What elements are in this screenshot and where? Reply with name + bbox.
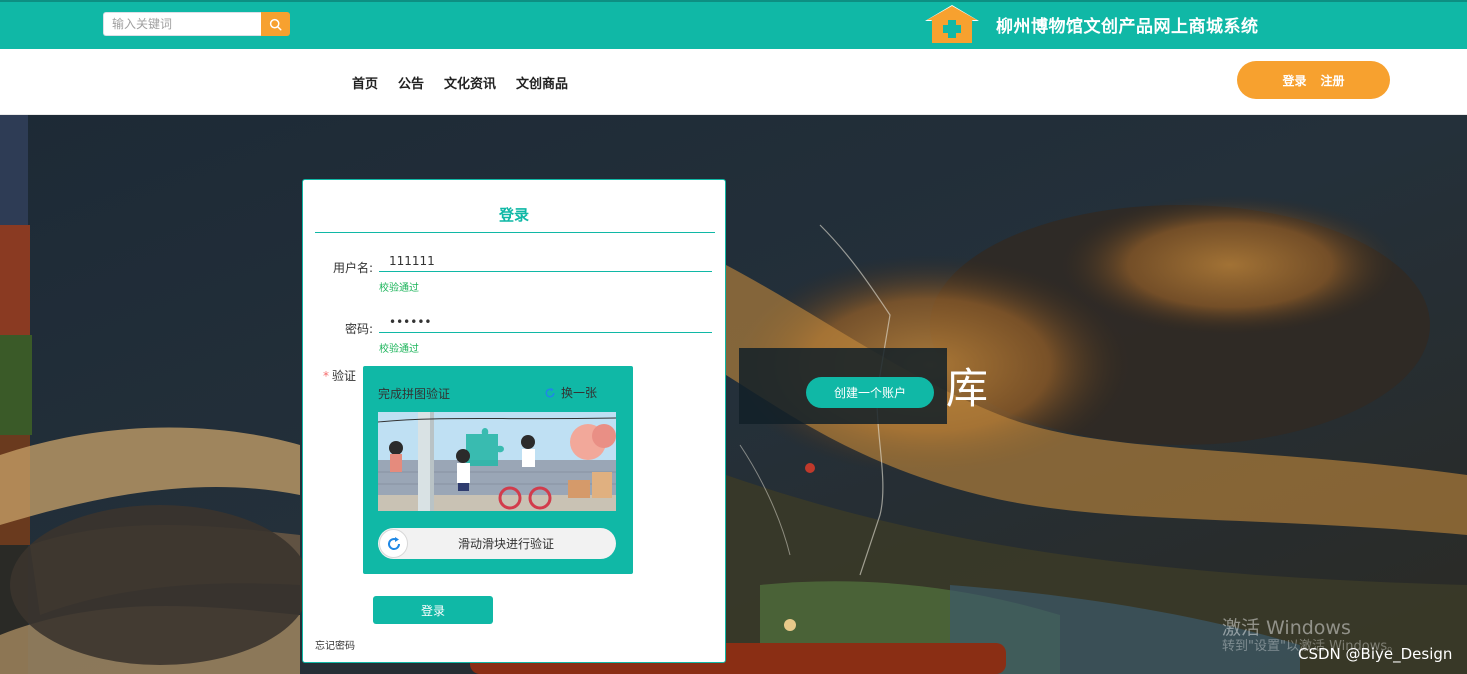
refresh-icon xyxy=(387,536,400,550)
csdn-credit: CSDN @Biye_Design xyxy=(1298,645,1453,663)
login-title: 登录 xyxy=(498,206,529,224)
nav-login-link[interactable]: 登录 xyxy=(1282,72,1306,89)
hero-background: 创建一个账户 库 激活 Windows 转到"设置"以激活 Windows。 C… xyxy=(0,115,1467,674)
auth-button: 登录 注册 xyxy=(1237,61,1390,99)
nav-register-link[interactable]: 注册 xyxy=(1321,72,1345,89)
puzzle-illustration xyxy=(378,412,616,511)
refresh-icon xyxy=(545,387,555,398)
nav-menu: 首页 公告 文化资讯 文创商品 xyxy=(352,73,568,92)
nav-item-culture-news[interactable]: 文化资讯 xyxy=(444,73,496,92)
captcha-puzzle-image xyxy=(378,412,616,511)
forgot-password-link[interactable]: 忘记密码 xyxy=(315,637,355,652)
create-account-button[interactable]: 创建一个账户 xyxy=(806,377,934,408)
search-icon xyxy=(269,18,282,31)
username-field[interactable] xyxy=(379,250,712,272)
brush-calligraphy: 库 xyxy=(946,364,989,413)
username-label: 用户名: xyxy=(332,261,373,275)
login-card: 登录 用户名: 校验通过 密码: 校验通过 *验证 完成拼图验证 换一张 xyxy=(302,179,726,663)
nav-bar: 首页 公告 文化资讯 文创商品 登录 注册 xyxy=(0,49,1467,115)
site-title: 柳州博物馆文创产品网上商城系统 xyxy=(996,17,1259,37)
captcha-panel: 完成拼图验证 换一张 滑动滑块进行验证 xyxy=(363,366,633,574)
captcha-title: 完成拼图验证 xyxy=(378,387,451,401)
search-box xyxy=(103,12,290,36)
nav-item-notice[interactable]: 公告 xyxy=(398,73,424,92)
title-divider xyxy=(315,232,715,233)
captcha-slider[interactable]: 滑动滑块进行验证 xyxy=(378,528,616,559)
login-submit-button[interactable]: 登录 xyxy=(373,596,493,624)
top-bar: 柳州博物馆文创产品网上商城系统 xyxy=(0,0,1467,49)
slider-hint: 滑动滑块进行验证 xyxy=(457,537,554,551)
verify-label: * 验证 xyxy=(323,369,357,383)
search-input[interactable] xyxy=(103,12,261,36)
create-account-panel: 创建一个账户 xyxy=(739,348,947,424)
captcha-refresh-label: 换一张 xyxy=(561,386,598,400)
password-valid-text: 校验通过 xyxy=(379,344,419,355)
username-valid-text: 校验通过 xyxy=(379,283,419,294)
password-label: 密码: xyxy=(344,322,373,336)
password-field[interactable] xyxy=(379,311,712,333)
landscape-image xyxy=(0,115,1467,674)
nav-item-products[interactable]: 文创商品 xyxy=(516,73,568,92)
house-plus-logo xyxy=(925,5,979,43)
captcha-refresh-button[interactable]: 换一张 xyxy=(544,384,597,401)
nav-item-home[interactable]: 首页 xyxy=(352,73,378,92)
verify-label-text: 验证 xyxy=(332,369,357,383)
slider-handle[interactable] xyxy=(379,529,408,558)
search-button[interactable] xyxy=(261,12,290,36)
